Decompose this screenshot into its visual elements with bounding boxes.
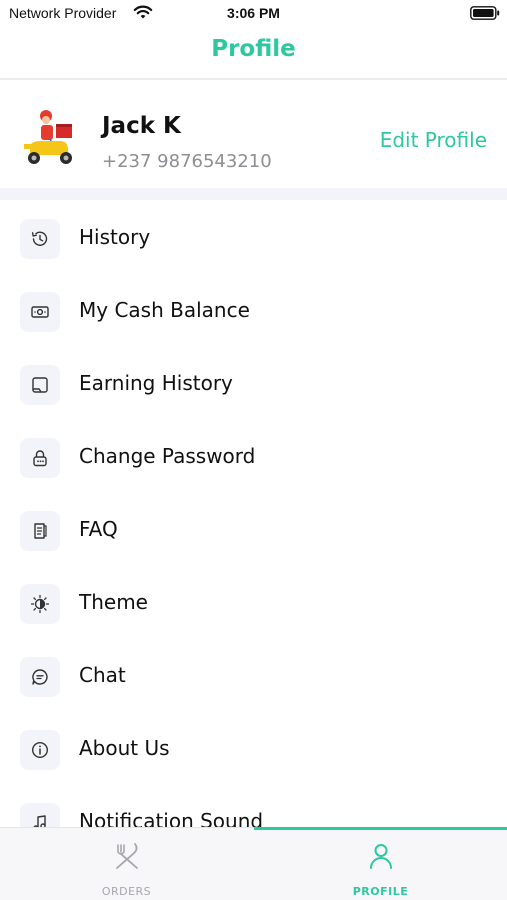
menu-label: Chat	[79, 663, 126, 687]
lock-icon	[20, 438, 60, 478]
menu-item-theme[interactable]: Theme	[0, 565, 507, 638]
edit-profile-button[interactable]: Edit Profile	[380, 128, 487, 152]
person-icon	[369, 844, 392, 869]
info-icon	[20, 730, 60, 770]
menu-label: My Cash Balance	[79, 298, 250, 322]
tab-profile[interactable]: PROFILE	[254, 828, 507, 900]
menu-item-change-password[interactable]: Change Password	[0, 419, 507, 492]
menu-label: Notification Sound	[79, 809, 264, 827]
menu-label: FAQ	[79, 517, 118, 541]
delivery-scooter-avatar	[24, 110, 72, 164]
menu-label: About Us	[79, 736, 170, 760]
cash-icon	[20, 292, 60, 332]
menu-label: Change Password	[79, 444, 256, 468]
history-icon	[20, 219, 60, 259]
menu-label: Earning History	[79, 371, 233, 395]
menu-label: Theme	[79, 590, 148, 614]
menu-label: History	[79, 225, 151, 249]
clock-time: 3:06 PM	[227, 5, 280, 21]
user-name: Jack K	[102, 113, 181, 139]
tab-orders[interactable]: ORDERS	[0, 828, 253, 900]
profile-header: Jack K +237 9876543210 Edit Profile	[0, 80, 507, 188]
document-icon	[20, 511, 60, 551]
menu-item-chat[interactable]: Chat	[0, 638, 507, 711]
menu-item-about-us[interactable]: About Us	[0, 711, 507, 784]
tab-label: PROFILE	[352, 885, 409, 898]
section-divider	[0, 188, 507, 200]
bottom-tab-bar: ORDERS PROFILE	[0, 827, 507, 900]
user-phone: +237 9876543210	[102, 151, 272, 172]
theme-icon	[20, 584, 60, 624]
music-icon	[20, 803, 60, 827]
battery-icon	[470, 6, 500, 20]
menu-item-history[interactable]: History	[0, 200, 507, 273]
page-title: Profile	[211, 36, 296, 62]
settings-menu-list: History My Cash Balance Earning History …	[0, 200, 507, 827]
menu-item-faq[interactable]: FAQ	[0, 492, 507, 565]
tab-label: ORDERS	[101, 885, 152, 898]
chat-icon	[20, 657, 60, 697]
menu-item-earning-history[interactable]: Earning History	[0, 346, 507, 419]
status-bar: Network Provider 3:06 PM	[0, 0, 507, 28]
fork-knife-icon	[115, 843, 138, 869]
menu-item-cash-balance[interactable]: My Cash Balance	[0, 273, 507, 346]
earning-icon	[20, 365, 60, 405]
menu-item-notification-sound[interactable]: Notification Sound	[0, 784, 507, 827]
